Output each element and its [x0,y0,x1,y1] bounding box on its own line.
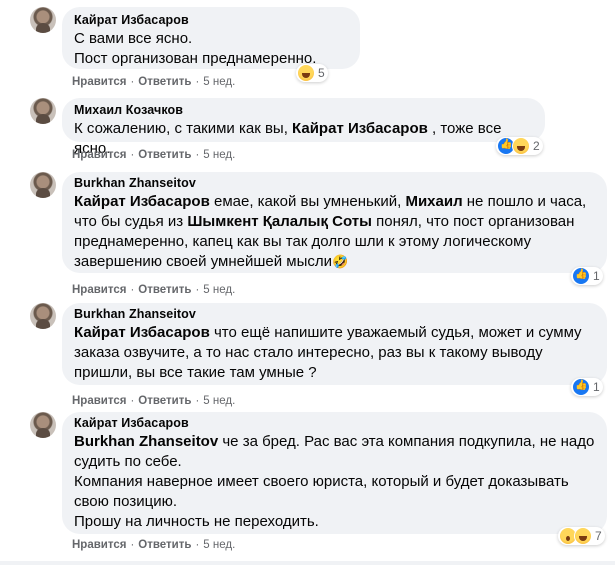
reaction-summary[interactable]: 2 [496,137,543,155]
like-button[interactable]: Нравится [72,539,126,551]
avatar[interactable] [30,412,56,438]
rofl-emoji: 🤣 [332,254,349,269]
avatar[interactable] [30,98,56,124]
reaction-count: 1 [593,269,600,283]
avatar[interactable] [30,303,56,329]
comment-time[interactable]: 5 нед. [203,76,235,88]
mention-link[interactable]: Михаил [405,193,462,210]
comment-actions: Нравится · Ответить · 5 нед. [72,539,236,551]
text-segment: емае, какой вы умненький, [209,193,406,210]
mention-link[interactable]: Кайрат Избасаров [74,193,210,210]
comment-author[interactable]: Кайрат Избасаров [74,12,348,29]
mention-link[interactable]: Кайрат Избасаров [74,324,210,341]
comment-text: Кайрат Избасаров емае, какой вы умненьки… [74,192,595,272]
like-emoji [572,267,590,285]
reply-button[interactable]: Ответить [138,284,191,296]
comment-author[interactable]: Кайрат Избасаров [74,415,595,432]
reaction-summary[interactable]: 7 [558,527,605,545]
reply-button[interactable]: Ответить [138,395,191,407]
haha-emoji [297,64,315,82]
reply-button[interactable]: Ответить [138,149,191,161]
comment-actions: Нравится · Ответить · 5 нед. [72,76,236,88]
comment-actions: Нравится · Ответить · 5 нед. [72,284,236,296]
avatar[interactable] [30,7,56,33]
avatar[interactable] [30,172,56,198]
reaction-summary[interactable]: 1 [571,267,603,285]
comment-bubble: Burkhan Zhanseitov Кайрат Избасаров емае… [62,172,607,273]
like-button[interactable]: Нравится [72,284,126,296]
comment-actions: Нравится · Ответить · 5 нед. [72,149,236,161]
like-button[interactable]: Нравится [72,395,126,407]
comment-text: Burkhan Zhanseitov че за бред. Рас вас э… [74,432,595,532]
reaction-count: 5 [318,66,325,80]
comment-actions: Нравится · Ответить · 5 нед. [72,395,236,407]
haha-emoji [574,527,592,545]
like-button[interactable]: Нравится [72,149,126,161]
mention-link[interactable]: Кайрат Избасаров [292,120,428,137]
comment-time[interactable]: 5 нед. [203,284,235,296]
reaction-summary[interactable]: 1 [571,378,603,396]
reaction-summary[interactable]: 5 [296,64,328,82]
reaction-count: 1 [593,380,600,394]
comment-bubble: Михаил Козачков К сожалению, с такими ка… [62,98,545,157]
mention-link[interactable]: Шымкент Қалалық Соты [187,213,372,230]
comment-text: С вами все ясно. Пост организован предна… [74,30,317,67]
like-button[interactable]: Нравится [72,76,126,88]
comment-author[interactable]: Burkhan Zhanseitov [74,306,595,323]
reaction-count: 2 [533,139,540,153]
comment-time[interactable]: 5 нед. [203,149,235,161]
comment-text: Кайрат Избасаров что ещё напишите уважае… [74,323,595,383]
like-emoji [572,378,590,396]
comment-time[interactable]: 5 нед. [203,395,235,407]
comment-time[interactable]: 5 нед. [203,539,235,551]
comment-bubble: Кайрат Избасаров С вами все ясно. Пост о… [62,7,360,69]
comment-bubble: Кайрат Избасаров Burkhan Zhanseitov че з… [62,412,607,534]
haha-emoji [512,137,530,155]
reaction-count: 7 [595,529,602,543]
comment-author[interactable]: Burkhan Zhanseitov [74,175,595,192]
text-segment: К сожалению, с такими как вы, [74,120,293,137]
comment-bubble: Burkhan Zhanseitov Кайрат Избасаров что … [62,303,607,385]
reply-button[interactable]: Ответить [138,539,191,551]
comment-author[interactable]: Михаил Козачков [74,102,533,119]
next-comment-edge [0,561,615,565]
reply-button[interactable]: Ответить [138,76,191,88]
mention-link[interactable]: Burkhan Zhanseitov [74,433,218,450]
